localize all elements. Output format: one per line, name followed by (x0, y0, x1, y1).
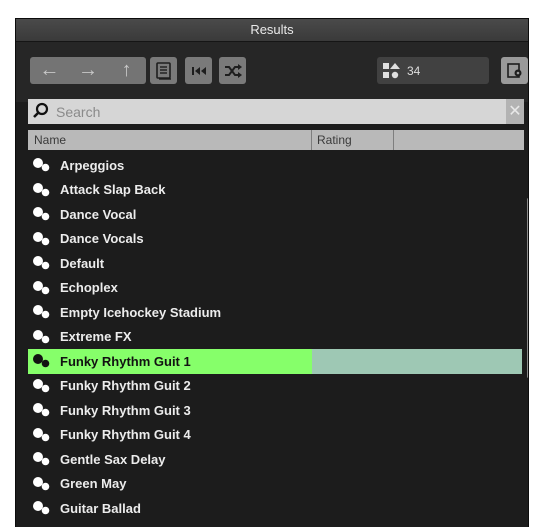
result-row[interactable]: Echoplex (28, 276, 524, 301)
preset-icon (28, 496, 58, 520)
result-row[interactable]: Extreme FX (28, 325, 524, 350)
results-grid-icon (383, 62, 400, 78)
result-label: Gentle Sax Delay (60, 451, 166, 467)
result-label: Extreme FX (60, 329, 132, 345)
result-label: Funky Rhythm Guit 4 (60, 427, 191, 443)
preset-icon (28, 251, 58, 275)
up-arrow-icon[interactable]: ↑ (108, 57, 146, 84)
search-icon (33, 102, 49, 118)
preset-icon (28, 398, 58, 422)
result-row[interactable]: Attack Slap Back (28, 178, 524, 203)
scrollbar[interactable] (527, 153, 528, 527)
rewind-button[interactable] (185, 57, 212, 84)
preset-icon (28, 423, 58, 447)
column-name[interactable]: Name (28, 130, 312, 150)
result-label: Funky Rhythm Guit 3 (60, 402, 191, 418)
result-row[interactable]: Green May (28, 472, 524, 497)
preset-icon (28, 178, 58, 202)
result-row[interactable]: Default (28, 251, 524, 276)
result-row[interactable]: Arpeggios (28, 153, 524, 178)
result-label: Dance Vocal (60, 206, 137, 222)
result-counter: 34 (377, 57, 489, 84)
result-label: Dance Vocals (60, 231, 144, 247)
shuffle-button[interactable] (219, 57, 246, 84)
result-label: Funky Rhythm Guit 1 (60, 353, 191, 369)
result-label: Attack Slap Back (60, 182, 166, 198)
preset-icon (28, 374, 58, 398)
result-label: Green May (60, 476, 127, 492)
result-row[interactable]: Empty Icehockey Stadium (28, 300, 524, 325)
toolbar: ← → ↑ 34 (16, 42, 528, 102)
preset-icon (28, 153, 58, 177)
panel-title: Results (16, 19, 528, 42)
clear-search-button[interactable]: ✕ (506, 99, 524, 124)
result-label: Guitar Ballad (60, 500, 141, 516)
show-filters-button[interactable] (150, 57, 177, 84)
preset-icon (28, 202, 58, 226)
column-rating[interactable]: Rating (313, 130, 394, 150)
preset-icon (28, 227, 58, 251)
settings-button[interactable] (501, 57, 528, 84)
document-list-icon (155, 61, 171, 80)
skip-to-start-icon (191, 66, 206, 75)
scrollbar-thumb[interactable] (527, 198, 528, 378)
result-row[interactable]: Funky Rhythm Guit 3 (28, 398, 524, 423)
preset-icon (28, 325, 58, 349)
result-label: Arpeggios (60, 157, 125, 173)
preset-icon (28, 349, 58, 373)
result-count: 34 (407, 63, 421, 78)
results-panel: Results ← → ↑ 34 Search ✕ Name Rating Ar… (15, 18, 529, 527)
preset-icon (28, 447, 58, 471)
result-row[interactable]: Funky Rhythm Guit 1 (28, 349, 524, 374)
result-label: Echoplex (60, 280, 118, 296)
column-header: Name Rating (28, 130, 524, 150)
shuffle-icon (224, 63, 242, 78)
back-arrow-icon[interactable]: ← (30, 57, 68, 84)
forward-arrow-icon[interactable]: → (69, 57, 107, 84)
settings-icon (506, 62, 521, 78)
results-list: Arpeggios Attack Slap Back Dance Vocal Danc… (28, 153, 524, 527)
result-row[interactable]: Funky Rhythm Guit 2 (28, 374, 524, 399)
preset-icon (28, 276, 58, 300)
search-bar: ✕ (28, 99, 524, 124)
result-label: Empty Icehockey Stadium (60, 304, 222, 320)
result-row[interactable]: Guitar Ballad (28, 496, 524, 521)
result-label: Funky Rhythm Guit 2 (60, 378, 191, 394)
result-label: Default (60, 255, 105, 271)
result-row[interactable]: Dance Vocal (28, 202, 524, 227)
navigation-group: ← → ↑ (30, 57, 146, 84)
result-row[interactable]: Dance Vocals (28, 227, 524, 252)
result-row[interactable]: Gentle Sax Delay (28, 447, 524, 472)
column-extra[interactable] (395, 130, 524, 150)
result-row[interactable]: Funky Rhythm Guit 4 (28, 423, 524, 448)
preset-icon (28, 300, 58, 324)
preset-icon (28, 472, 58, 496)
search-input[interactable] (54, 101, 498, 123)
selection-highlight-rating (312, 349, 522, 374)
